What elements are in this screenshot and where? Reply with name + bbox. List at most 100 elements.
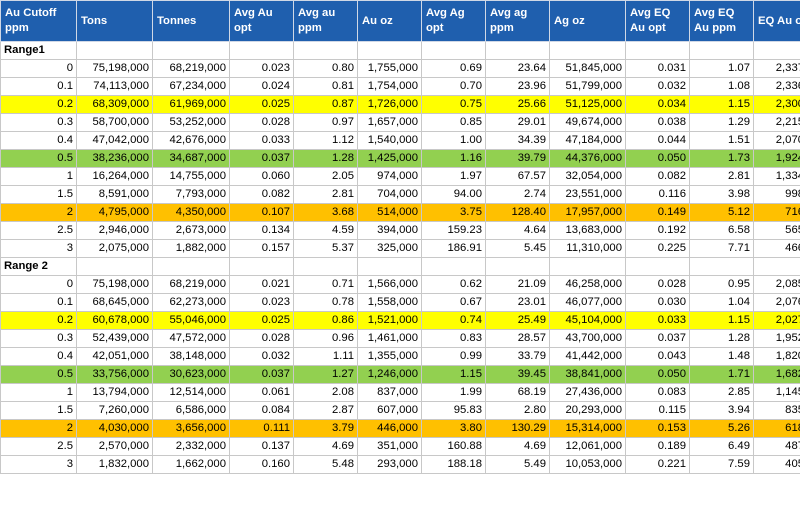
table-cell: 0.95 xyxy=(689,275,754,294)
table-cell: 13,794,000 xyxy=(76,383,153,402)
column-header: Tonnes xyxy=(152,0,230,42)
table-cell: 0.69 xyxy=(421,59,486,78)
table-cell: 2.74 xyxy=(485,185,550,204)
table-cell: 1.29 xyxy=(689,113,754,132)
table-cell xyxy=(753,257,800,276)
table-cell: 0.70 xyxy=(421,77,486,96)
table-cell xyxy=(76,41,153,60)
table-cell: 1.11 xyxy=(293,347,358,366)
table-cell: 1.07 xyxy=(689,59,754,78)
table-cell: 1,882,000 xyxy=(152,239,230,258)
table-cell: 0.3 xyxy=(0,329,77,348)
table-cell: 2.5 xyxy=(0,221,77,240)
table-cell: 23.01 xyxy=(485,293,550,312)
table-cell: 2,570,000 xyxy=(76,437,153,456)
table-cell: 4,030,000 xyxy=(76,419,153,438)
table-cell: 14,755,000 xyxy=(152,167,230,186)
table-cell: 466,000 xyxy=(753,239,800,258)
table-cell: 29.01 xyxy=(485,113,550,132)
table-cell: 2,076,000 xyxy=(753,293,800,312)
table-cell xyxy=(689,41,754,60)
table-cell: 2,336,000 xyxy=(753,77,800,96)
table-cell: 835,000 xyxy=(753,401,800,420)
table-cell: 0 xyxy=(0,275,77,294)
table-cell: 16,264,000 xyxy=(76,167,153,186)
table-row: 1 16,264,000 14,755,000 0.060 2.05 974,000 1.9… xyxy=(0,167,800,186)
table-cell: 837,000 xyxy=(357,383,422,402)
table-cell: 15,314,000 xyxy=(549,419,626,438)
table-cell: 293,000 xyxy=(357,455,422,474)
table-cell: 23.64 xyxy=(485,59,550,78)
table-cell: 1,754,000 xyxy=(357,77,422,96)
table-cell: 188.18 xyxy=(421,455,486,474)
table-cell: 1,662,000 xyxy=(152,455,230,474)
table-cell: 47,042,000 xyxy=(76,131,153,150)
table-cell: 5.37 xyxy=(293,239,358,258)
table-cell: 0.67 xyxy=(421,293,486,312)
table-cell: 0.160 xyxy=(229,455,294,474)
table-cell: 0.111 xyxy=(229,419,294,438)
table-cell: 0.87 xyxy=(293,95,358,114)
table-cell: 68,219,000 xyxy=(152,275,230,294)
table-cell xyxy=(229,257,294,276)
table-cell: 0.149 xyxy=(625,203,690,222)
table-cell: 2,946,000 xyxy=(76,221,153,240)
table-cell: 1.51 xyxy=(689,131,754,150)
table-cell xyxy=(293,257,358,276)
table-cell: 1.00 xyxy=(421,131,486,150)
table-cell: 1.08 xyxy=(689,77,754,96)
table-cell: 0.2 xyxy=(0,311,77,330)
table-cell: 3,656,000 xyxy=(152,419,230,438)
table-cell: 68,219,000 xyxy=(152,59,230,78)
table-cell: 0.043 xyxy=(625,347,690,366)
table-cell xyxy=(357,41,422,60)
table-cell: 12,514,000 xyxy=(152,383,230,402)
table-cell: 0.80 xyxy=(293,59,358,78)
table-cell: 0.115 xyxy=(625,401,690,420)
table-cell: 11,310,000 xyxy=(549,239,626,258)
table-cell: 1.99 xyxy=(421,383,486,402)
table-row: 0.5 38,236,000 34,687,000 0.037 1.28 1,425,00… xyxy=(0,149,800,168)
table-cell: 0.3 xyxy=(0,113,77,132)
table-row: 2.5 2,570,000 2,332,000 0.137 4.69 351,000 160… xyxy=(0,437,800,456)
table-cell: 58,700,000 xyxy=(76,113,153,132)
table-cell: 61,969,000 xyxy=(152,95,230,114)
table-cell: 0.050 xyxy=(625,365,690,384)
table-cell: 1,558,000 xyxy=(357,293,422,312)
table-cell: 2.05 xyxy=(293,167,358,186)
table-cell: 0.99 xyxy=(421,347,486,366)
table-cell: 68.19 xyxy=(485,383,550,402)
table-cell: 0.116 xyxy=(625,185,690,204)
table-cell: 44,376,000 xyxy=(549,149,626,168)
table-cell: 704,000 xyxy=(357,185,422,204)
column-header: Avg Au opt xyxy=(229,0,294,42)
table-cell: 0.037 xyxy=(229,365,294,384)
table-body: Au Cutoff ppm Tons Tonnes Avg Au opt Avg au … xyxy=(0,0,800,474)
table-cell: 974,000 xyxy=(357,167,422,186)
table-cell: 0.86 xyxy=(293,311,358,330)
table-cell: 42,676,000 xyxy=(152,131,230,150)
table-cell: 0.032 xyxy=(229,347,294,366)
column-header: Au Cutoff ppm xyxy=(0,0,77,42)
table-cell: 0.082 xyxy=(229,185,294,204)
table-row: 1.5 7,260,000 6,586,000 0.084 2.87 607,000 95.… xyxy=(0,401,800,420)
table-cell: 1.28 xyxy=(689,329,754,348)
table-cell: 160.88 xyxy=(421,437,486,456)
table-row: 0 75,198,000 68,219,000 0.021 0.71 1,566,000 0… xyxy=(0,275,800,294)
table-cell: 0.97 xyxy=(293,113,358,132)
table-cell: 0.157 xyxy=(229,239,294,258)
table-cell: 565,000 xyxy=(753,221,800,240)
table-row: 0.1 68,645,000 62,273,000 0.023 0.78 1,558,00… xyxy=(0,293,800,312)
table-cell: 34,687,000 xyxy=(152,149,230,168)
table-cell: 12,061,000 xyxy=(549,437,626,456)
column-header: Avg EQ Au opt xyxy=(625,0,690,42)
table-cell: 62,273,000 xyxy=(152,293,230,312)
table-cell: 38,841,000 xyxy=(549,365,626,384)
table-row: 1 13,794,000 12,514,000 0.061 2.08 837,000 1.9… xyxy=(0,383,800,402)
table-cell: 2.5 xyxy=(0,437,77,456)
table-cell: 2,027,000 xyxy=(753,311,800,330)
section-title: Range1 xyxy=(0,41,77,60)
table-cell: 0.78 xyxy=(293,293,358,312)
table-cell: 3 xyxy=(0,455,77,474)
table-cell: 33.79 xyxy=(485,347,550,366)
